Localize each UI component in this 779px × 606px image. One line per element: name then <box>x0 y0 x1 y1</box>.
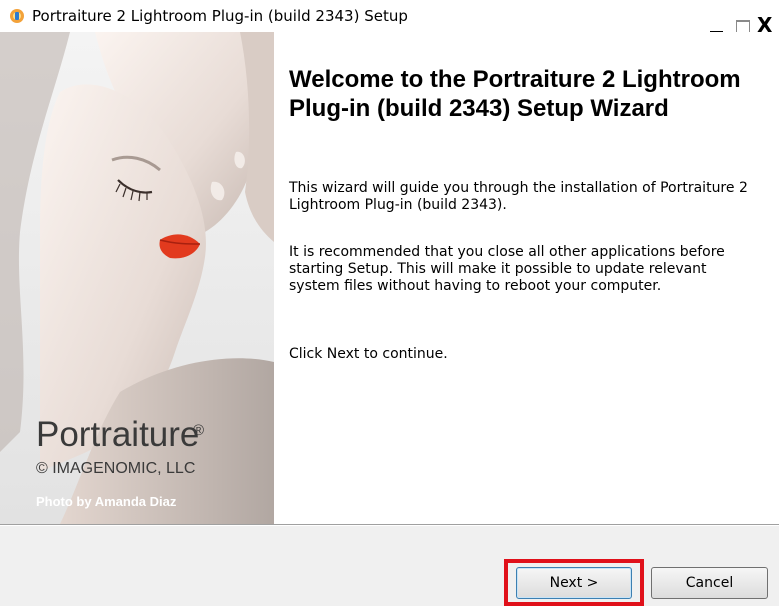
title-bar[interactable]: Portraiture 2 Lightroom Plug-in (build 2… <box>0 0 779 35</box>
photo-credit: Photo by Amanda Diaz <box>36 494 177 509</box>
intro-paragraph: This wizard will guide you through the i… <box>289 180 748 213</box>
recommendation-paragraph: It is recommended that you close all oth… <box>289 244 725 294</box>
sidebar-image-panel: Portraiture ® © IMAGENOMIC, LLC Photo by… <box>0 32 274 524</box>
company-name: © IMAGENOMIC, LLC <box>36 460 196 477</box>
brand-logo-text: Portraiture <box>36 415 200 454</box>
wizard-heading: Welcome to the Portraiture 2 Lightroom P… <box>289 66 741 122</box>
installer-icon <box>10 9 24 23</box>
setup-wizard-window: Portraiture 2 Lightroom Plug-in (build 2… <box>0 0 779 606</box>
window-title: Portraiture 2 Lightroom Plug-in (build 2… <box>32 7 408 25</box>
registered-mark: ® <box>193 422 205 439</box>
cancel-button[interactable]: Cancel <box>651 567 768 599</box>
wizard-content: Welcome to the Portraiture 2 Lightroom P… <box>274 32 779 524</box>
next-button-highlight <box>504 559 644 606</box>
continue-instruction: Click Next to continue. <box>289 346 448 362</box>
